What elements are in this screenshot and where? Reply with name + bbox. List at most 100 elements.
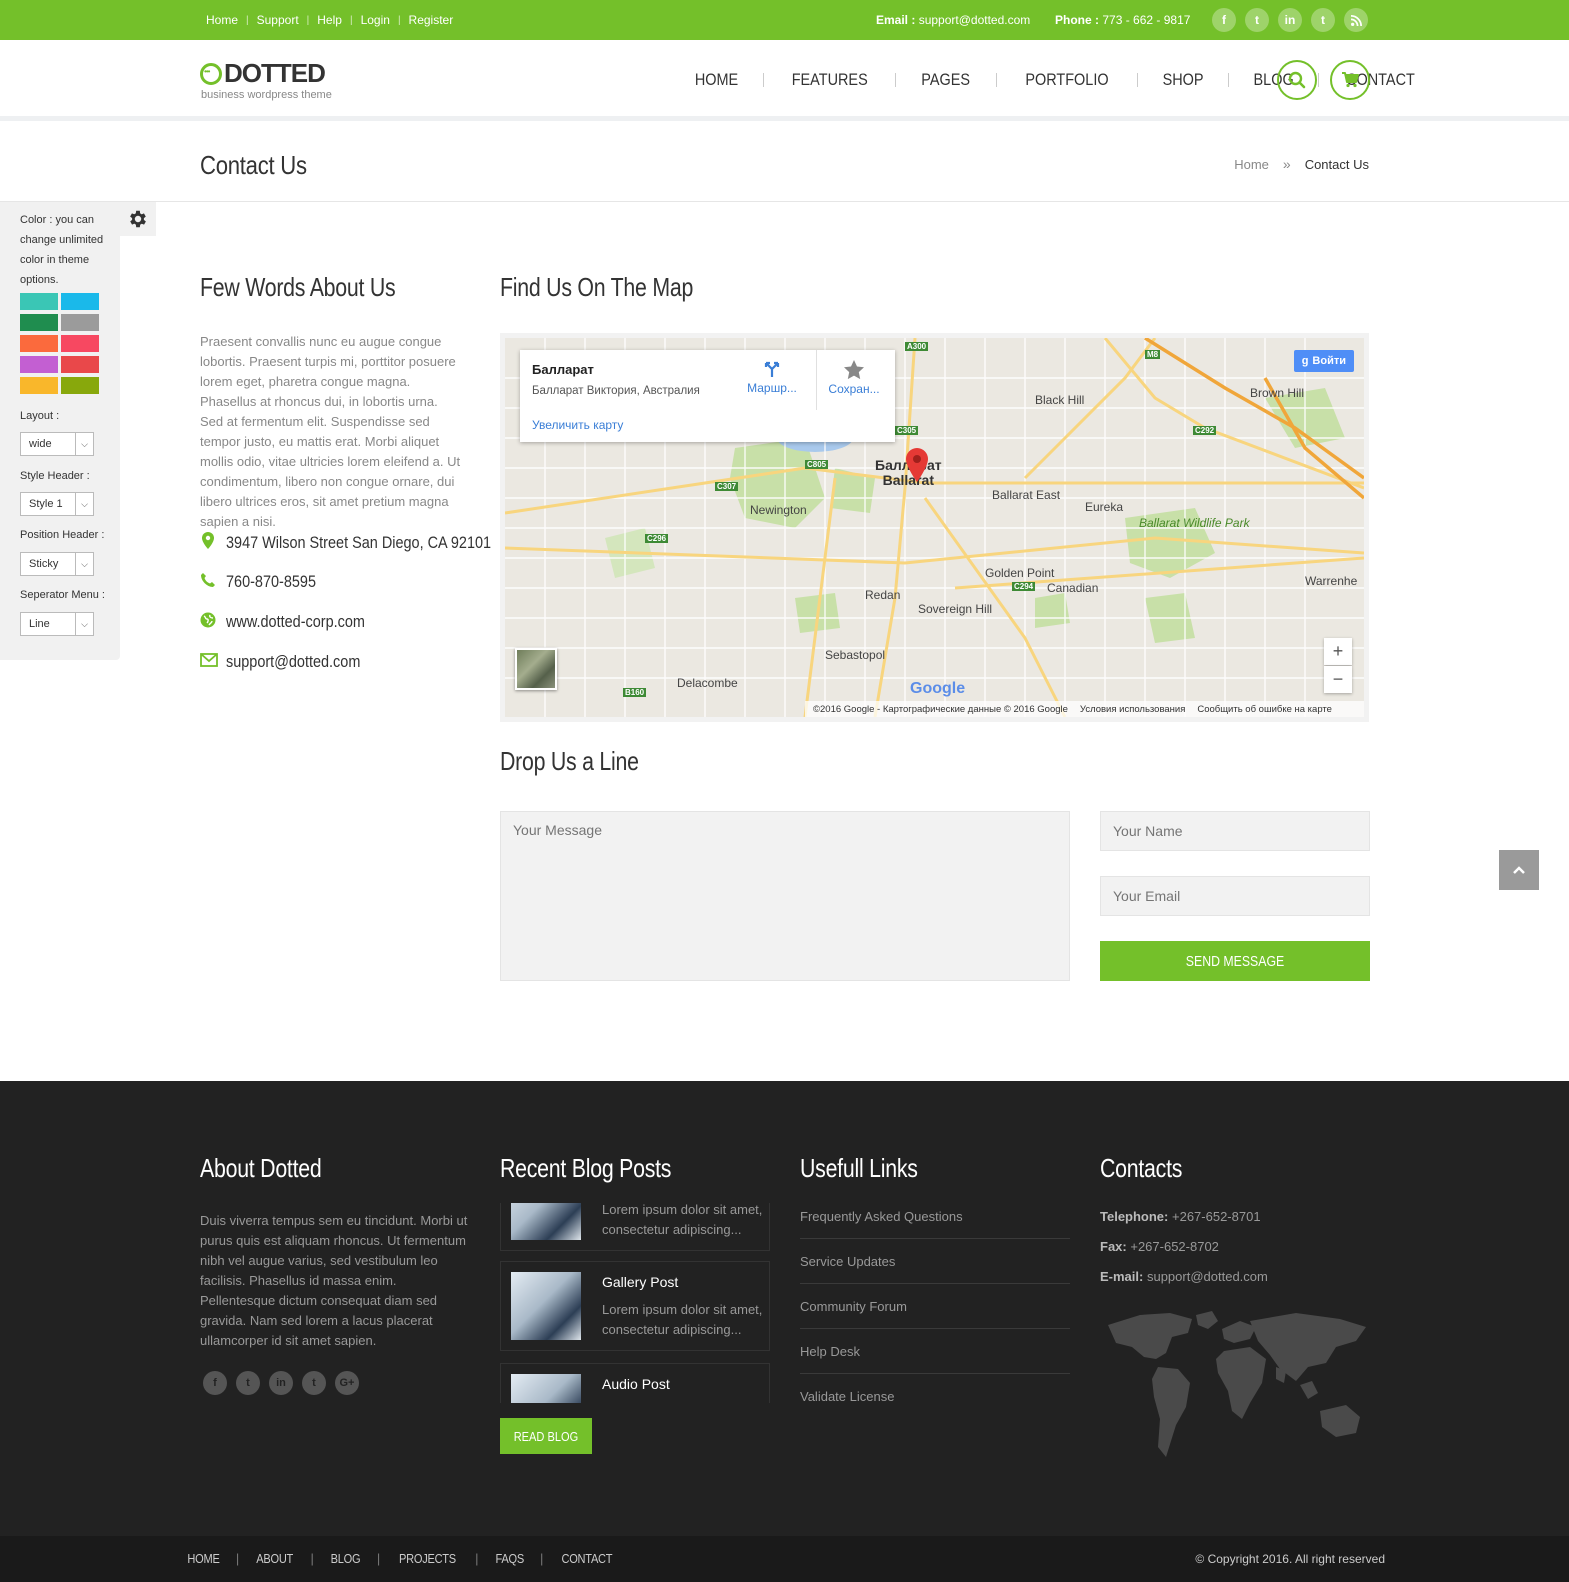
breadcrumb: Home » Contact Us xyxy=(1234,156,1369,172)
color-swatch[interactable] xyxy=(61,335,99,352)
color-swatch[interactable] xyxy=(20,335,58,352)
map-report-link[interactable]: Сообщить об ошибке на карте xyxy=(1197,704,1332,715)
google-plus-icon[interactable]: G+ xyxy=(335,1371,359,1395)
chevron-down-icon: ⌵ xyxy=(75,553,93,575)
phone-label: Phone : xyxy=(1055,13,1099,27)
nav-separator xyxy=(1227,73,1229,87)
separator: | xyxy=(540,1551,544,1566)
color-swatch[interactable] xyxy=(61,314,99,331)
logo[interactable]: DOTTED business wordpress theme xyxy=(200,58,332,101)
top-link-help[interactable]: Help xyxy=(309,13,350,27)
top-link-support[interactable]: Support xyxy=(249,13,307,27)
bottom-nav-faqs[interactable]: FAQS xyxy=(488,1551,530,1566)
map-copyright: ©2016 Google - Картографические данные ©… xyxy=(813,703,1068,715)
cart-button[interactable] xyxy=(1330,60,1370,100)
breadcrumb-home[interactable]: Home xyxy=(1234,157,1269,172)
chevron-down-icon: ⌵ xyxy=(75,493,93,515)
position-header-select[interactable]: Sticky ⌵ xyxy=(20,552,94,576)
read-blog-button[interactable]: READ BLOG xyxy=(500,1418,592,1454)
map-terms-link[interactable]: Условия использования xyxy=(1080,704,1185,715)
facebook-icon[interactable]: f xyxy=(1212,8,1236,32)
logo-name: DOTTED xyxy=(224,58,326,88)
separator-menu-select[interactable]: Line ⌵ xyxy=(20,612,94,636)
bottom-nav-blog[interactable]: BLOG xyxy=(324,1551,367,1566)
color-swatch[interactable] xyxy=(20,377,58,394)
map-save-button[interactable]: Сохран... xyxy=(824,360,884,396)
nav-features[interactable]: FEATURES xyxy=(774,70,886,90)
email-link[interactable]: support@dotted.com xyxy=(226,652,360,672)
map-route-button[interactable]: Маршр... xyxy=(746,360,798,395)
contact-address: 3947 Wilson Street San Diego, CA 92101 xyxy=(200,532,538,553)
footer-contacts-heading: Contacts xyxy=(1100,1153,1183,1183)
footer-link-validate-license[interactable]: Validate License xyxy=(800,1389,1070,1418)
blog-post-item[interactable]: Lorem ipsum dolor sit amet, consectetur … xyxy=(500,1203,770,1251)
color-swatch[interactable] xyxy=(61,377,99,394)
map-card-zoom-link[interactable]: Увеличить карту xyxy=(532,418,623,432)
linkedin-icon[interactable]: in xyxy=(269,1371,293,1395)
nav-portfolio[interactable]: PORTFOLIO xyxy=(1007,70,1126,90)
post-title[interactable]: Audio Post xyxy=(602,1376,670,1392)
satellite-view-toggle[interactable] xyxy=(515,648,557,690)
top-links: Home | Support | Help | Login | Register xyxy=(206,13,461,27)
facebook-icon[interactable]: f xyxy=(203,1371,227,1395)
road-label: C292 xyxy=(1193,426,1217,435)
style-header-select[interactable]: Style 1 ⌵ xyxy=(20,492,94,516)
message-textarea[interactable] xyxy=(500,811,1070,981)
blog-post-item[interactable]: Gallery Post Lorem ipsum dolor sit amet,… xyxy=(500,1261,770,1351)
color-swatch[interactable] xyxy=(20,314,58,331)
send-message-button[interactable]: SEND MESSAGE xyxy=(1100,941,1370,981)
top-link-register[interactable]: Register xyxy=(401,13,462,27)
road-label: C805 xyxy=(805,460,829,469)
blog-post-item[interactable]: Audio Post xyxy=(500,1363,770,1403)
zoom-in-button[interactable]: + xyxy=(1324,638,1352,665)
rss-icon[interactable] xyxy=(1344,8,1368,32)
form-heading: Drop Us a Line xyxy=(500,746,639,776)
nav-home[interactable]: HOME xyxy=(677,70,756,90)
footer-link-community-forum[interactable]: Community Forum xyxy=(800,1299,1070,1329)
top-link-login[interactable]: Login xyxy=(353,13,398,27)
plus-icon: + xyxy=(1332,641,1344,661)
linkedin-icon[interactable]: in xyxy=(1278,8,1302,32)
twitter-icon[interactable]: t xyxy=(236,1371,260,1395)
bottom-nav-home[interactable]: HOME xyxy=(187,1551,226,1566)
footer-link-service-updates[interactable]: Service Updates xyxy=(800,1254,1070,1284)
layout-select[interactable]: wide ⌵ xyxy=(20,432,94,456)
customizer-color-text-line: options. xyxy=(20,274,59,286)
nav-pages[interactable]: PAGES xyxy=(904,70,988,90)
footer-link-faq[interactable]: Frequently Asked Questions xyxy=(800,1209,1070,1239)
customizer-toggle-button[interactable] xyxy=(120,202,156,236)
search-button[interactable] xyxy=(1277,60,1317,100)
color-swatch[interactable] xyxy=(61,293,99,310)
color-swatch[interactable] xyxy=(61,356,99,373)
color-swatch[interactable] xyxy=(20,356,58,373)
website-link[interactable]: www.dotted-corp.com xyxy=(226,612,365,632)
bottom-nav-contact[interactable]: CONTACT xyxy=(555,1551,619,1566)
map-pin-icon[interactable] xyxy=(905,448,929,482)
footer-link-help-desk[interactable]: Help Desk xyxy=(800,1344,1070,1374)
google-map[interactable]: Black Hill Brown Hill Newington Ballarat… xyxy=(500,333,1369,722)
tumblr-icon[interactable]: t xyxy=(1311,8,1335,32)
map-label: Warrenhe xyxy=(1305,574,1358,588)
email-input[interactable] xyxy=(1100,876,1370,916)
email-value[interactable]: support@dotted.com xyxy=(1147,1269,1268,1284)
post-title[interactable]: Gallery Post xyxy=(602,1274,678,1290)
bottom-nav-about[interactable]: ABOUT xyxy=(250,1551,300,1566)
customizer-color-text-line: Color : you can xyxy=(20,214,94,226)
map-route-label: Маршр... xyxy=(747,381,797,395)
bottom-nav-projects[interactable]: PROJECTS xyxy=(392,1551,463,1566)
tumblr-icon[interactable]: t xyxy=(302,1371,326,1395)
color-swatch[interactable] xyxy=(20,293,58,310)
map-signin-button[interactable]: g Войти xyxy=(1293,350,1354,372)
top-link-home[interactable]: Home xyxy=(206,13,246,27)
scroll-to-top-button[interactable] xyxy=(1499,850,1539,890)
twitter-icon[interactable]: t xyxy=(1245,8,1269,32)
post-excerpt: Lorem ipsum dolor sit amet, consectetur … xyxy=(602,1203,763,1237)
post-thumbnail xyxy=(511,1272,581,1340)
globe-icon xyxy=(200,612,216,632)
map-label: Newington xyxy=(750,503,807,517)
post-excerpt: Lorem ipsum dolor sit amet, consectetur … xyxy=(602,1302,763,1337)
nav-shop[interactable]: SHOP xyxy=(1144,70,1221,90)
zoom-out-button[interactable]: − xyxy=(1324,666,1352,693)
name-input[interactable] xyxy=(1100,811,1370,851)
email-value[interactable]: support@dotted.com xyxy=(919,13,1031,27)
